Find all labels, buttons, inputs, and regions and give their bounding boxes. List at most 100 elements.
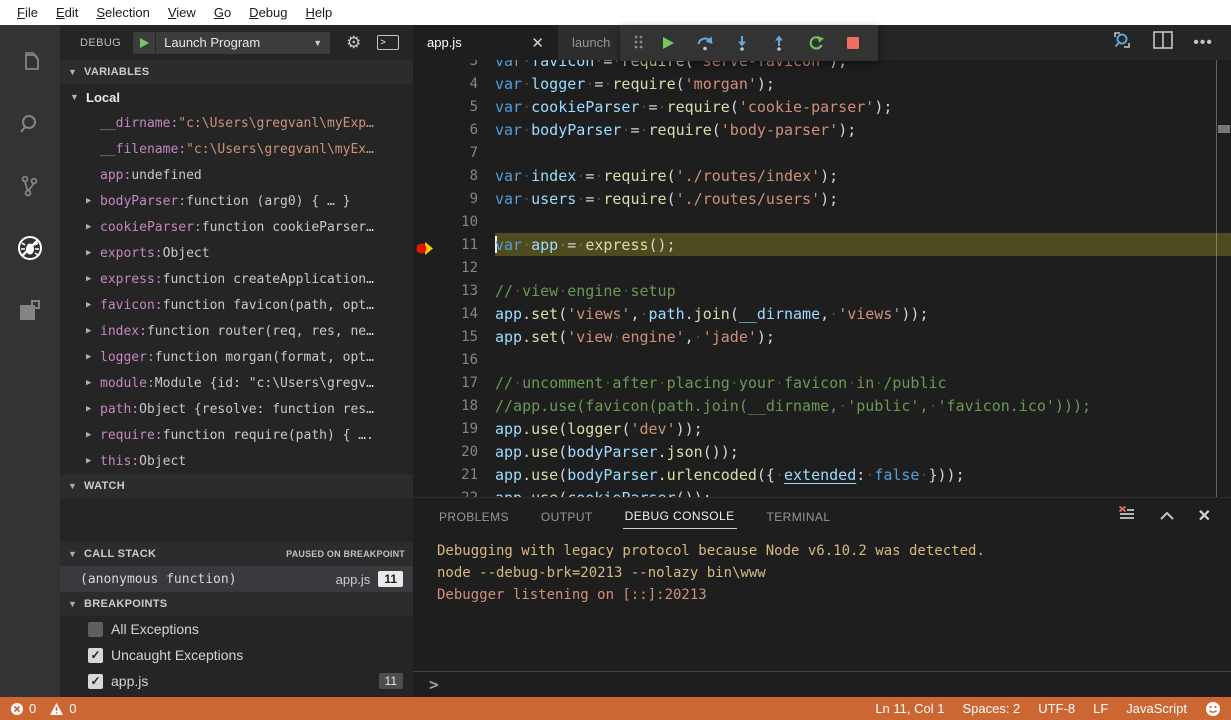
scope-local[interactable]: ▼ Local bbox=[60, 84, 413, 110]
status-lf[interactable]: LF bbox=[1093, 701, 1108, 716]
code-line-15[interactable]: 15app.set('view·engine',·'jade'); bbox=[413, 325, 1231, 348]
search-icon[interactable] bbox=[0, 93, 60, 155]
line-number: 5 bbox=[470, 99, 495, 115]
feedback-smiley-icon[interactable] bbox=[1205, 701, 1221, 717]
line-number: 8 bbox=[470, 168, 495, 184]
console-line: node --debug-brk=20213 --nolazy bin\www bbox=[437, 562, 1231, 584]
debug-console-input[interactable]: > bbox=[413, 671, 1231, 697]
breakpoints-section-header[interactable]: ▼ BREAKPOINTS bbox=[60, 592, 413, 616]
variable-row[interactable]: __filename: "c:\Users\gregvanl\myEx… bbox=[60, 136, 413, 162]
code-line-20[interactable]: 20app.use(bodyParser.json()); bbox=[413, 440, 1231, 463]
code-line-6[interactable]: 6var·bodyParser·=·require('body-parser')… bbox=[413, 118, 1231, 141]
errors-icon[interactable] bbox=[10, 702, 24, 716]
editor-tab-app.js[interactable]: app.js✕ bbox=[413, 25, 558, 60]
status-javascript[interactable]: JavaScript bbox=[1126, 701, 1187, 716]
line-number: 10 bbox=[461, 214, 495, 230]
panel-tab-problems[interactable]: PROBLEMS bbox=[437, 504, 511, 529]
code-line-4[interactable]: 4var·logger·=·require('morgan'); bbox=[413, 72, 1231, 95]
code-line-5[interactable]: 5var·cookieParser·=·require('cookie-pars… bbox=[413, 95, 1231, 118]
menu-item-view[interactable]: View bbox=[159, 0, 205, 25]
stop-icon[interactable] bbox=[838, 29, 868, 57]
console-prompt-icon: > bbox=[429, 675, 439, 694]
extensions-icon[interactable] bbox=[0, 279, 60, 341]
breakpoint-icon[interactable] bbox=[416, 241, 436, 256]
variable-row[interactable]: ▶require: function require(path) { …. bbox=[60, 422, 413, 448]
variable-row[interactable]: ▶logger: function morgan(format, opt… bbox=[60, 344, 413, 370]
status-ln-11-col-1[interactable]: Ln 11, Col 1 bbox=[875, 701, 944, 716]
step-into-icon[interactable] bbox=[727, 29, 757, 57]
variables-section-header[interactable]: ▼ VARIABLES bbox=[60, 60, 413, 84]
grip-icon[interactable] bbox=[630, 29, 646, 57]
code-line-22[interactable]: 22app.use(cookieParser()); bbox=[413, 486, 1231, 497]
variable-row[interactable]: ▶express: function createApplication… bbox=[60, 266, 413, 292]
checkbox[interactable]: ✓ bbox=[88, 648, 103, 663]
variable-row[interactable]: ▶favicon: function favicon(path, opt… bbox=[60, 292, 413, 318]
warnings-icon[interactable] bbox=[49, 702, 64, 716]
code-line-7[interactable]: 7 bbox=[413, 141, 1231, 164]
checkbox[interactable]: ✓ bbox=[88, 674, 103, 689]
continue-icon[interactable] bbox=[653, 29, 683, 57]
warning-count[interactable]: 0 bbox=[69, 701, 76, 716]
variable-row[interactable]: ▶module: Module {id: "c:\Users\gregv… bbox=[60, 370, 413, 396]
explorer-icon[interactable] bbox=[0, 31, 60, 93]
breakpoint-row[interactable]: ✓app.js11 bbox=[60, 668, 413, 694]
menu-item-selection[interactable]: Selection bbox=[87, 0, 158, 25]
variable-row[interactable]: ▶index: function router(req, res, ne… bbox=[60, 318, 413, 344]
variable-row[interactable]: __dirname: "c:\Users\gregvanl\myExp… bbox=[60, 110, 413, 136]
code-line-13[interactable]: 13//·view·engine·setup bbox=[413, 279, 1231, 302]
breakpoint-row[interactable]: ✓Uncaught Exceptions bbox=[60, 642, 413, 668]
variable-row[interactable]: ▶exports: Object bbox=[60, 240, 413, 266]
more-actions-icon[interactable]: ••• bbox=[1193, 34, 1213, 52]
variable-row[interactable]: ▶cookieParser: function cookieParser… bbox=[60, 214, 413, 240]
menu-item-file[interactable]: File bbox=[8, 0, 47, 25]
code-line-14[interactable]: 14app.set('views',·path.join(__dirname,·… bbox=[413, 302, 1231, 325]
code-editor[interactable]: 3var·favicon·=·require('serve-favicon');… bbox=[413, 60, 1231, 497]
call-stack-section-header[interactable]: ▼ CALL STACK PAUSED ON BREAKPOINT bbox=[60, 542, 413, 566]
variable-row[interactable]: ▶bodyParser: function (arg0) { … } bbox=[60, 188, 413, 214]
menu-item-edit[interactable]: Edit bbox=[47, 0, 87, 25]
code-line-19[interactable]: 19app.use(logger('dev')); bbox=[413, 417, 1231, 440]
scrollbar-handle[interactable] bbox=[1218, 125, 1230, 133]
panel-tab-debug-console[interactable]: DEBUG CONSOLE bbox=[623, 503, 737, 529]
close-panel-icon[interactable]: ✕ bbox=[1198, 506, 1211, 526]
call-stack-frame[interactable]: (anonymous function)app.js11 bbox=[60, 566, 413, 592]
code-line-8[interactable]: 8var·index·=·require('./routes/index'); bbox=[413, 164, 1231, 187]
restart-icon[interactable] bbox=[801, 29, 831, 57]
variable-row[interactable]: app: undefined bbox=[60, 162, 413, 188]
gear-icon[interactable]: ⚙ bbox=[346, 34, 361, 51]
code-line-17[interactable]: 17//·uncomment·after·placing·your·favico… bbox=[413, 371, 1231, 394]
status-utf-8[interactable]: UTF-8 bbox=[1038, 701, 1075, 716]
status-spaces-2[interactable]: Spaces: 2 bbox=[962, 701, 1020, 716]
menu-item-go[interactable]: Go bbox=[205, 0, 240, 25]
code-line-10[interactable]: 10 bbox=[413, 210, 1231, 233]
code-line-12[interactable]: 12 bbox=[413, 256, 1231, 279]
find-in-file-icon[interactable] bbox=[1111, 29, 1133, 56]
debug-config-dropdown[interactable]: Launch Program ▼ bbox=[155, 32, 330, 54]
menu-item-debug[interactable]: Debug bbox=[240, 0, 296, 25]
code-line-16[interactable]: 16 bbox=[413, 348, 1231, 371]
step-out-icon[interactable] bbox=[764, 29, 794, 57]
breakpoint-row[interactable]: All Exceptions bbox=[60, 616, 413, 642]
code-line-21[interactable]: 21app.use(bodyParser.urlencoded({·extend… bbox=[413, 463, 1231, 486]
code-line-11[interactable]: 11var·app·=·express(); bbox=[413, 233, 1231, 256]
watch-section-header[interactable]: ▼ WATCH bbox=[60, 474, 413, 498]
code-line-9[interactable]: 9var·users·=·require('./routes/users'); bbox=[413, 187, 1231, 210]
close-icon[interactable]: ✕ bbox=[527, 34, 548, 52]
menu-item-help[interactable]: Help bbox=[296, 0, 341, 25]
debug-icon[interactable] bbox=[0, 217, 60, 279]
panel-tab-output[interactable]: OUTPUT bbox=[539, 504, 595, 529]
step-over-icon[interactable] bbox=[690, 29, 720, 57]
variable-row[interactable]: ▶this: Object bbox=[60, 448, 413, 474]
source-control-icon[interactable] bbox=[0, 155, 60, 217]
split-editor-icon[interactable] bbox=[1153, 31, 1173, 54]
code-line-3[interactable]: 3var·favicon·=·require('serve-favicon'); bbox=[413, 60, 1231, 72]
code-line-18[interactable]: 18//app.use(favicon(path.join(__dirname,… bbox=[413, 394, 1231, 417]
panel-tab-terminal[interactable]: TERMINAL bbox=[765, 504, 833, 529]
maximize-panel-icon[interactable] bbox=[1160, 507, 1174, 525]
error-count[interactable]: 0 bbox=[29, 701, 36, 716]
debug-console-toggle-icon[interactable]: > bbox=[377, 35, 399, 50]
start-debug-button[interactable] bbox=[133, 32, 155, 54]
clear-console-icon[interactable] bbox=[1118, 506, 1136, 527]
variable-row[interactable]: ▶path: Object {resolve: function res… bbox=[60, 396, 413, 422]
checkbox[interactable] bbox=[88, 622, 103, 637]
